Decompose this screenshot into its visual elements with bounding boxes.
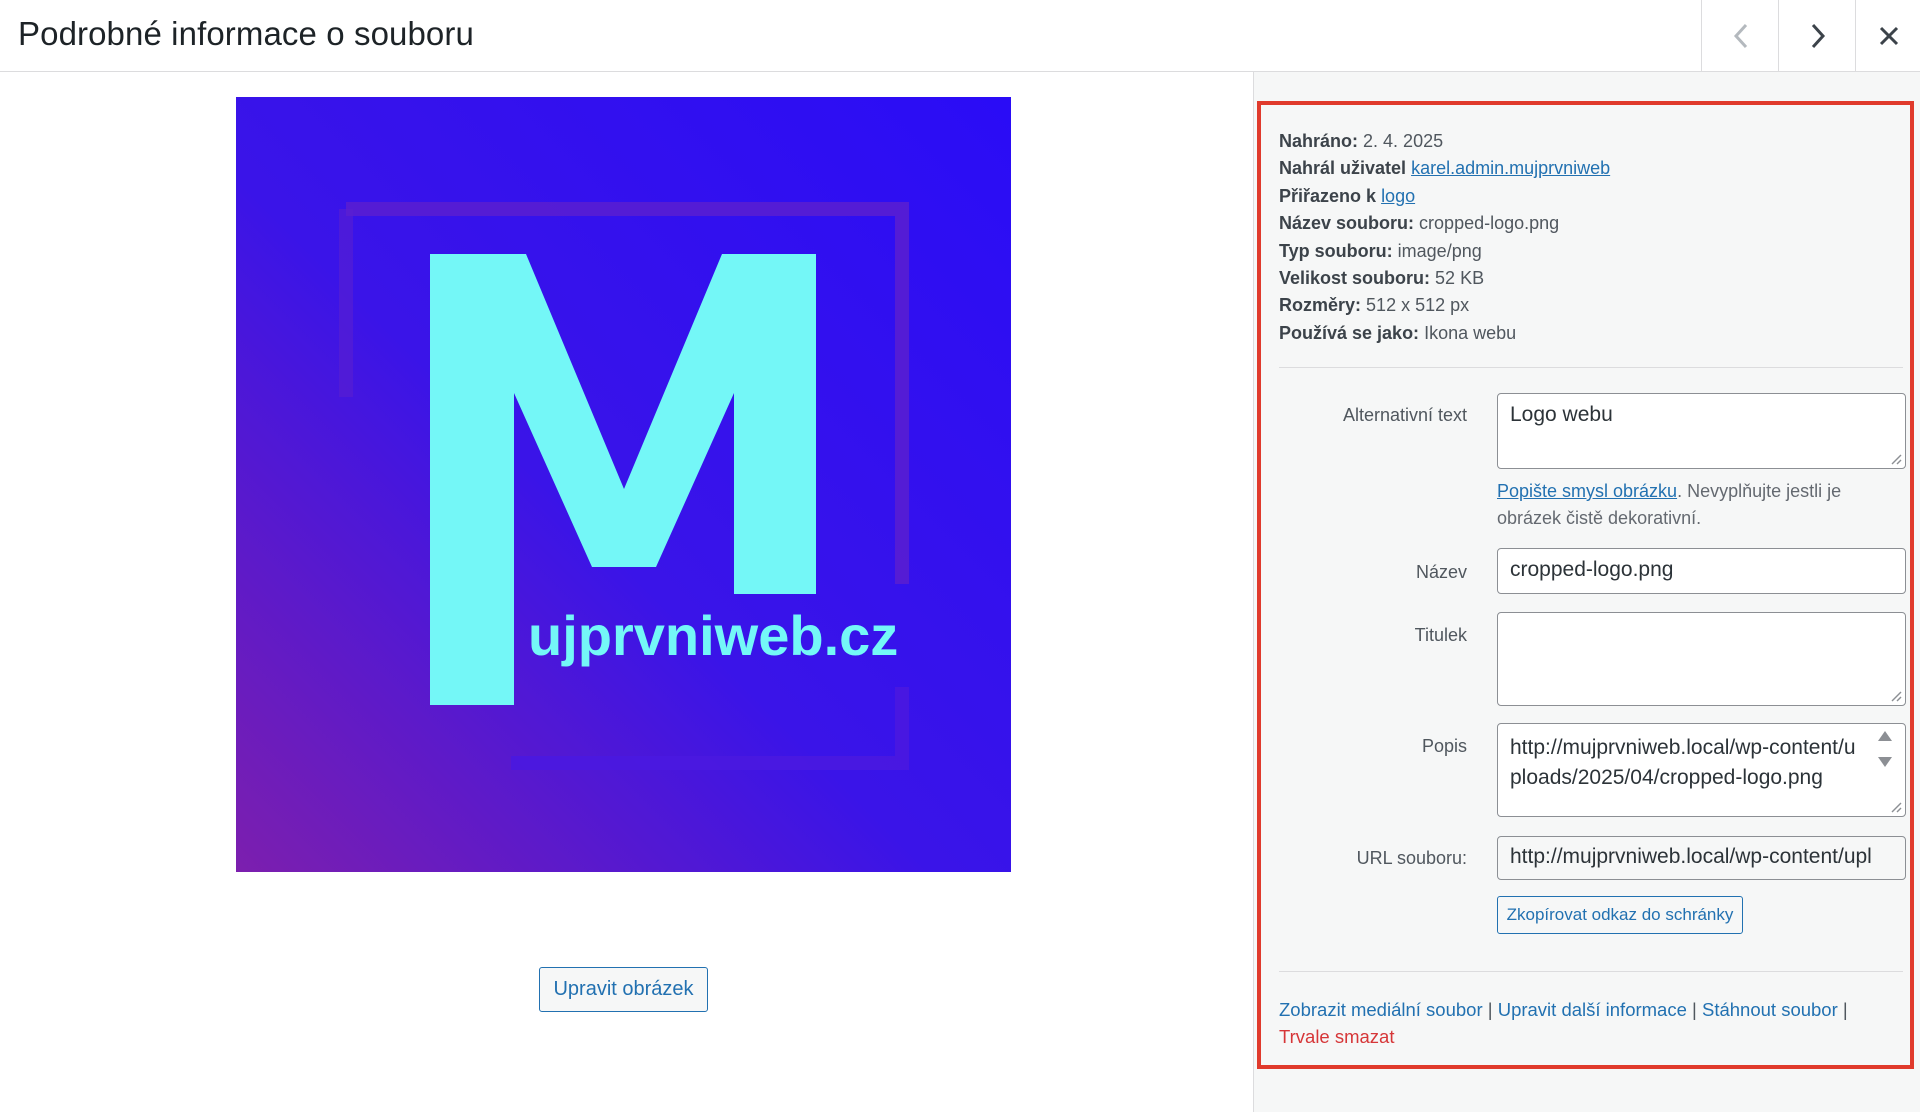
resize-handle-icon[interactable] bbox=[1890, 690, 1902, 702]
view-media-link[interactable]: Zobrazit mediální soubor bbox=[1279, 999, 1483, 1020]
preview-panel: ujprvniweb.cz Upravit obrázek bbox=[0, 72, 1253, 1112]
file-metadata: Nahráno: 2. 4. 2025 Nahrál uživatel kare… bbox=[1279, 128, 1610, 347]
file-url-value: http://mujprvniweb.local/wp-content/upl bbox=[1510, 845, 1872, 868]
chevron-right-icon bbox=[1811, 23, 1825, 48]
copy-url-button[interactable]: Zkopírovat odkaz do schránky bbox=[1497, 896, 1743, 934]
uploaded-value: 2. 4. 2025 bbox=[1363, 131, 1444, 151]
download-file-link[interactable]: Stáhnout soubor bbox=[1702, 999, 1838, 1020]
separator: | bbox=[1842, 999, 1848, 1020]
delete-permanently-link[interactable]: Trvale smazat bbox=[1279, 1026, 1394, 1047]
alt-text-help-link[interactable]: Popište smysl obrázku bbox=[1497, 481, 1677, 501]
uploaded-label: Nahráno: bbox=[1279, 131, 1359, 151]
title-label: Název bbox=[1415, 562, 1467, 582]
previous-button[interactable] bbox=[1701, 0, 1779, 71]
description-value: http://mujprvniweb.local/wp-content/uplo… bbox=[1510, 736, 1856, 789]
dimensions-value: 512 x 512 px bbox=[1366, 295, 1470, 316]
scroll-down-icon[interactable] bbox=[1877, 756, 1893, 768]
description-field[interactable]: http://mujprvniweb.local/wp-content/uplo… bbox=[1497, 723, 1906, 817]
used-as-value: Ikona webu bbox=[1424, 322, 1517, 343]
attachment-actions: Zobrazit mediální soubor | Upravit další… bbox=[1279, 996, 1899, 1050]
edit-more-details-link[interactable]: Upravit další informace bbox=[1498, 999, 1687, 1020]
description-label: Popis bbox=[1421, 736, 1467, 756]
alt-text-help: Popište smysl obrázku. Nevyplňujte jestl… bbox=[1497, 478, 1897, 532]
alt-text-field[interactable]: Logo webu bbox=[1497, 393, 1906, 469]
title-field[interactable]: cropped-logo.png bbox=[1497, 548, 1906, 594]
file-url-field[interactable]: http://mujprvniweb.local/wp-content/upl bbox=[1497, 836, 1906, 880]
edit-image-button[interactable]: Upravit obrázek bbox=[539, 967, 708, 1012]
site-logo-image: ujprvniweb.cz bbox=[236, 97, 1011, 872]
close-icon bbox=[1879, 26, 1898, 45]
filesize-label: Velikost souboru: bbox=[1279, 268, 1431, 289]
scroll-up-icon[interactable] bbox=[1877, 730, 1893, 742]
svg-text:ujprvniweb.cz: ujprvniweb.cz bbox=[528, 604, 898, 667]
filetype-value: image/png bbox=[1397, 240, 1482, 261]
chevron-left-icon bbox=[1733, 23, 1747, 48]
caption-field[interactable] bbox=[1497, 612, 1906, 706]
page-title: Podrobné informace o souboru bbox=[18, 15, 474, 52]
alt-text-value: Logo webu bbox=[1510, 403, 1613, 426]
divider bbox=[1279, 971, 1903, 972]
image-preview: ujprvniweb.cz bbox=[236, 97, 1011, 872]
resize-handle-icon[interactable] bbox=[1890, 453, 1902, 465]
filename-value: cropped-logo.png bbox=[1419, 213, 1560, 234]
title-value: cropped-logo.png bbox=[1510, 558, 1674, 581]
alt-text-label: Alternativní text bbox=[1342, 405, 1467, 425]
next-button[interactable] bbox=[1778, 0, 1856, 71]
filesize-value: 52 KB bbox=[1435, 268, 1485, 289]
attached-to-label: Přiřazeno k bbox=[1279, 185, 1377, 206]
filename-label: Název souboru: bbox=[1279, 213, 1415, 234]
separator: | bbox=[1692, 999, 1697, 1020]
resize-handle-icon[interactable] bbox=[1890, 801, 1902, 813]
file-url-label: URL souboru: bbox=[1356, 848, 1467, 868]
used-as-label: Používá se jako: bbox=[1279, 322, 1420, 343]
uploaded-by-link[interactable]: karel.admin.mujprvniweb bbox=[1411, 158, 1610, 178]
divider bbox=[1279, 367, 1903, 368]
close-button[interactable] bbox=[1855, 0, 1920, 71]
attached-to-link[interactable]: logo bbox=[1381, 186, 1415, 206]
modal-header: Podrobné informace o souboru bbox=[0, 0, 1920, 72]
caption-label: Titulek bbox=[1414, 625, 1467, 645]
separator: | bbox=[1487, 999, 1493, 1020]
filetype-label: Typ souboru: bbox=[1279, 240, 1393, 261]
description-scrollbar[interactable] bbox=[1873, 730, 1897, 768]
uploaded-by-label: Nahrál uživatel bbox=[1279, 158, 1407, 179]
dimensions-label: Rozměry: bbox=[1279, 295, 1362, 316]
